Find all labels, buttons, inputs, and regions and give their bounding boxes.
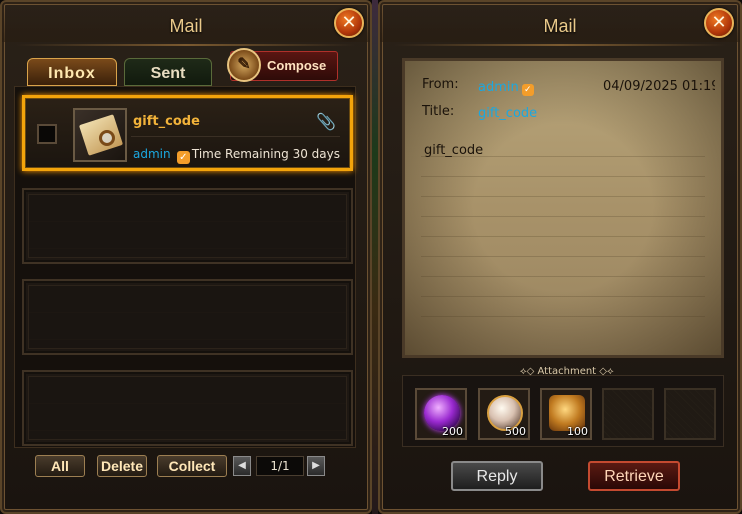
checkmark-icon: ✓ — [176, 151, 190, 164]
detail-panel-title: Mail — [380, 6, 740, 46]
select-checkbox[interactable] — [37, 124, 57, 144]
row-divider — [131, 136, 340, 137]
close-icon[interactable]: ✕ — [334, 8, 364, 38]
item-quantity: 500 — [505, 425, 526, 438]
attachment-header: ⟡◇ Attachment ◇⟡ — [520, 366, 614, 377]
from-label: From: — [422, 77, 459, 92]
attachment-slot[interactable]: 500 — [478, 388, 530, 440]
scroll-quill-icon: ✎ — [227, 48, 261, 82]
collect-button[interactable]: Collect — [157, 455, 227, 477]
mail-sender: admin — [133, 147, 171, 161]
mail-subject: gift_code — [133, 114, 200, 129]
time-remaining: ✓ Time Remaining 30 days — [176, 147, 340, 164]
title-value: gift_code — [478, 106, 538, 121]
attachment-slot[interactable]: 100 — [540, 388, 592, 440]
tab-inbox[interactable]: Inbox — [27, 58, 117, 86]
close-icon[interactable]: ✕ — [704, 8, 734, 38]
list-item-empty — [22, 370, 353, 446]
page-indicator: 1/1 — [256, 456, 304, 476]
checkmark-icon: ✓ — [521, 84, 534, 96]
list-item-empty — [22, 188, 353, 264]
delete-button[interactable]: Delete — [97, 455, 147, 477]
list-item[interactable]: gift_code 📎 admin ✓ Time Remaining 30 day… — [22, 95, 353, 171]
list-item-empty — [22, 279, 353, 355]
next-page-icon[interactable]: ▶ — [307, 456, 325, 476]
from-value-text: admin — [478, 80, 519, 95]
item-quantity: 200 — [442, 425, 463, 438]
letter-magnifier-icon — [73, 108, 127, 162]
letter-parchment — [402, 58, 724, 358]
paperclip-icon: 📎 — [316, 112, 336, 131]
attachment-slot-empty — [602, 388, 654, 440]
from-value: admin ✓ — [478, 80, 534, 96]
inbox-panel-title: Mail — [2, 6, 370, 46]
select-all-button[interactable]: All — [35, 455, 85, 477]
retrieve-button[interactable]: Retrieve — [588, 461, 680, 491]
reply-button[interactable]: Reply — [451, 461, 543, 491]
time-remaining-text: Time Remaining 30 days — [191, 147, 340, 161]
mail-body: gift_code — [424, 143, 484, 158]
item-quantity: 100 — [567, 425, 588, 438]
prev-page-icon[interactable]: ◀ — [233, 456, 251, 476]
title-label: Title: — [422, 104, 455, 119]
tab-sent[interactable]: Sent — [124, 58, 212, 86]
compose-button[interactable]: ✎ Compose — [227, 48, 338, 82]
mail-date: 04/09/2025 01:19 — [603, 79, 715, 94]
attachment-slot[interactable]: 200 — [415, 388, 467, 440]
compose-label: Compose — [267, 58, 327, 73]
attachment-slot-empty — [664, 388, 716, 440]
